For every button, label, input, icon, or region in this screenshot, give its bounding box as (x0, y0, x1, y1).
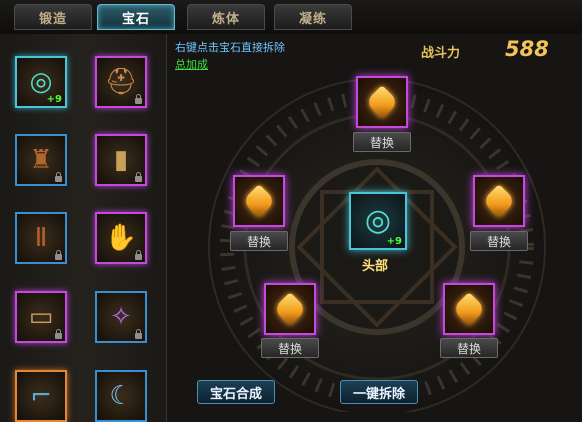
gem-slot-bottom-left[interactable] (264, 283, 316, 335)
replace-button-top[interactable]: 替换 (353, 132, 411, 152)
tab-condense[interactable]: 凝练 (274, 4, 352, 30)
pants-icon: Ⅱ (34, 223, 48, 253)
amber-gem-icon (482, 184, 516, 218)
lock-icon (55, 250, 62, 260)
gem-slot-bottom-right[interactable] (443, 283, 495, 335)
equip-slot-weapon[interactable]: ☾ (95, 370, 147, 422)
equip-slot-armor[interactable]: ♜ (15, 134, 67, 186)
enhance-badge: +9 (386, 236, 402, 247)
amber-gem-icon (365, 85, 399, 119)
replace-button-bottom-left[interactable]: 替换 (261, 338, 319, 358)
equip-slot-necklace[interactable]: ◎ +9 (15, 56, 67, 108)
gem-slot-top[interactable] (356, 76, 408, 128)
remove-hint: 右键点击宝石直接拆除 (175, 41, 285, 54)
equip-slot-boots[interactable]: ⌐ (15, 370, 67, 422)
combat-power-label: 战斗力 (421, 46, 461, 61)
lock-icon (55, 329, 62, 339)
amber-gem-icon (452, 292, 486, 326)
lock-icon (135, 250, 142, 260)
enhance-badge: +9 (46, 94, 62, 105)
tab-forge[interactable]: 锻造 (14, 4, 92, 30)
lock-icon (135, 172, 142, 182)
total-bonus-link[interactable]: 总加成 (175, 56, 208, 72)
equipment-panel: ◎ +9 ⛑ ♜ ▮ Ⅱ ✋ ▭ ✧ ⌐ ☾ (0, 34, 167, 422)
gem-slot-left[interactable] (233, 175, 285, 227)
combat-power-value: 588 (505, 37, 549, 61)
equip-slot-amulet[interactable]: ✧ (95, 291, 147, 343)
tab-bar: 锻造 宝石 炼体 凝练 (0, 0, 582, 35)
amber-gem-icon (242, 184, 276, 218)
amulet-icon: ✧ (110, 302, 132, 332)
gem-slot-right[interactable] (473, 175, 525, 227)
tab-gem[interactable]: 宝石 (97, 4, 175, 30)
amber-gem-icon (273, 292, 307, 326)
gem-compose-button[interactable]: 宝石合成 (197, 380, 275, 404)
equip-slot-helmet[interactable]: ⛑ (95, 56, 147, 108)
boots-icon: ⌐ (30, 381, 52, 411)
belt-icon: ▭ (28, 302, 54, 332)
equip-slot-belt[interactable]: ▭ (15, 291, 67, 343)
necklace-icon: ◎ (29, 67, 53, 97)
armor-icon: ♜ (29, 145, 53, 175)
center-slot-label: 头部 (362, 259, 389, 274)
lock-icon (135, 94, 142, 104)
equip-slot-pants[interactable]: Ⅱ (15, 212, 67, 264)
replace-button-left[interactable]: 替换 (230, 231, 288, 251)
remove-all-button[interactable]: 一键拆除 (340, 380, 418, 404)
helmet-icon: ⛑ (104, 67, 138, 97)
lock-icon (135, 329, 142, 339)
lock-icon (55, 172, 62, 182)
center-equip-slot[interactable]: ◎ +9 (349, 192, 407, 250)
necklace-icon: ◎ (364, 203, 392, 238)
weapon-icon: ☾ (109, 381, 133, 411)
replace-button-right[interactable]: 替换 (470, 231, 528, 251)
gloves-icon: ✋ (104, 223, 138, 253)
replace-button-bottom-right[interactable]: 替换 (440, 338, 498, 358)
tab-body-refine[interactable]: 炼体 (187, 4, 265, 30)
bracer-icon: ▮ (113, 145, 129, 175)
equip-slot-gloves[interactable]: ✋ (95, 212, 147, 264)
gem-panel: 右键点击宝石直接拆除 总加成 战斗力 588 替换 替换 替换 替换 替换 ◎ … (167, 34, 582, 422)
equip-slot-bracer[interactable]: ▮ (95, 134, 147, 186)
